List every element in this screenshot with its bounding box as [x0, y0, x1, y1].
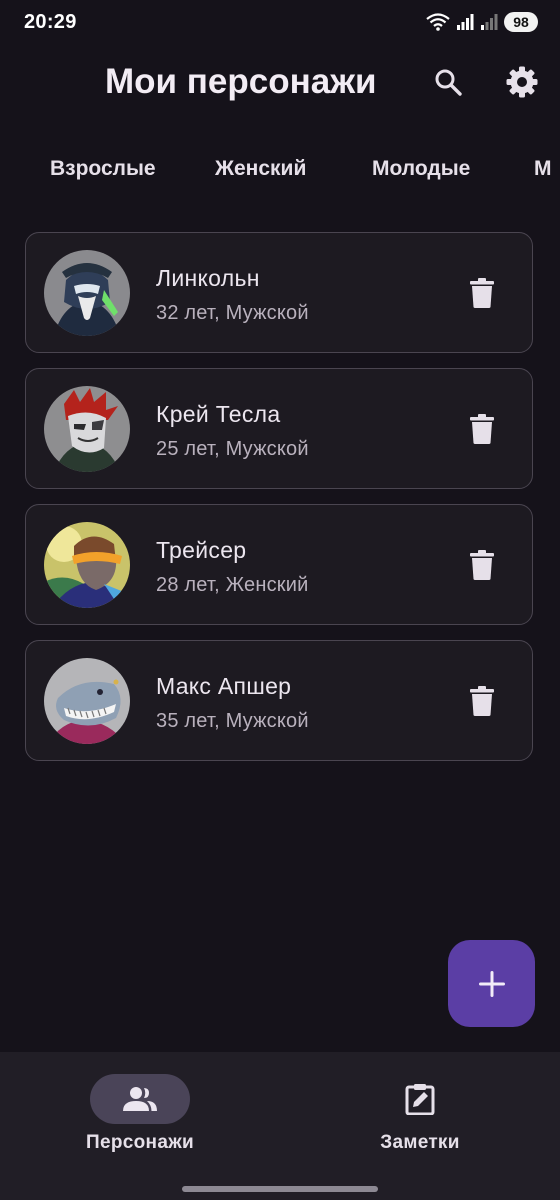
character-name: Макс Апшер [156, 673, 292, 699]
character-card[interactable]: Трейсер 28 лет, Женский [25, 504, 533, 625]
character-name: Линкольн [156, 265, 260, 291]
trash-icon [470, 414, 494, 444]
add-character-button[interactable] [448, 940, 535, 1027]
character-card[interactable]: Линкольн 32 лет, Мужской [25, 232, 533, 353]
nav-label-characters: Персонажи [86, 1132, 194, 1153]
character-meta: 32 лет, Мужской [156, 302, 309, 324]
app-bar: Мои персонажи [0, 48, 560, 120]
avatar [44, 386, 130, 472]
nav-item-notes[interactable]: Заметки [320, 1074, 520, 1154]
delete-button[interactable] [462, 273, 502, 313]
filter-chip-adult[interactable]: Взрослые [50, 157, 156, 181]
status-icons: 98 [426, 12, 538, 32]
delete-button[interactable] [462, 545, 502, 585]
delete-button[interactable] [462, 681, 502, 721]
bottom-navigation: Персонажи Заметки [0, 1052, 560, 1200]
avatar [44, 658, 130, 744]
trash-icon [470, 550, 494, 580]
search-icon [435, 69, 462, 96]
filter-chip-young[interactable]: Молодые [372, 157, 470, 181]
people-icon [123, 1087, 157, 1111]
filter-chips: Взрослые Женский Молодые М [0, 145, 560, 195]
character-name: Крей Тесла [156, 401, 281, 427]
character-meta: 28 лет, Женский [156, 574, 309, 596]
avatar [44, 250, 130, 336]
nav-active-indicator [90, 1074, 190, 1124]
delete-button[interactable] [462, 409, 502, 449]
nav-item-characters[interactable]: Персонажи [40, 1074, 240, 1154]
character-meta: 25 лет, Мужской [156, 438, 309, 460]
trash-icon [470, 686, 494, 716]
wifi-icon [426, 13, 450, 31]
character-card[interactable]: Макс Апшер 35 лет, Мужской [25, 640, 533, 761]
status-bar: 20:29 98 [0, 0, 560, 48]
nav-icon-container [370, 1074, 470, 1124]
filter-chip-partial[interactable]: М [534, 157, 552, 181]
battery-level: 98 [504, 12, 538, 32]
page-title: Мои персонажи [105, 62, 377, 101]
clipboard-edit-icon [405, 1084, 435, 1115]
search-button[interactable] [424, 58, 472, 106]
signal-icon-2 [481, 14, 498, 30]
nav-label-notes: Заметки [380, 1132, 460, 1153]
character-list: Линкольн 32 лет, Мужской Крей Тесла 25 л… [25, 232, 535, 776]
settings-button[interactable] [498, 58, 546, 106]
status-time: 20:29 [24, 11, 77, 33]
avatar [44, 522, 130, 608]
character-name: Трейсер [156, 537, 247, 563]
home-indicator[interactable] [182, 1186, 378, 1192]
plus-icon [478, 970, 505, 997]
filter-chip-female[interactable]: Женский [215, 157, 306, 181]
signal-icon [457, 14, 474, 30]
gear-icon [506, 66, 538, 98]
character-card[interactable]: Крей Тесла 25 лет, Мужской [25, 368, 533, 489]
character-meta: 35 лет, Мужской [156, 710, 309, 732]
trash-icon [470, 278, 494, 308]
